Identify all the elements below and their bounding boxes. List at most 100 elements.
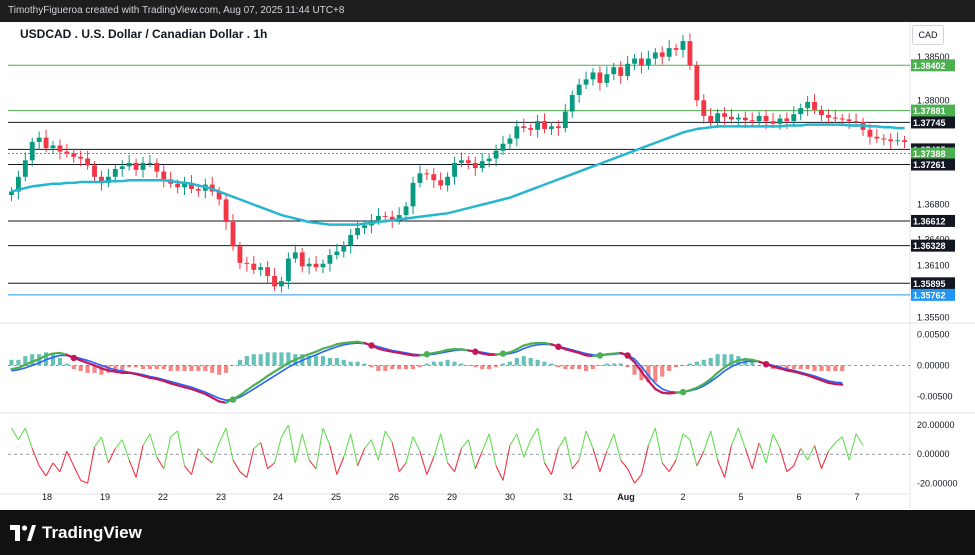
momentum-line-segment [779, 448, 788, 472]
macd-histogram-bar [369, 365, 374, 368]
chart-area[interactable]: 1.385001.380001.368001.364001.361001.355… [0, 22, 975, 510]
candle-body [749, 120, 755, 122]
macd-histogram-bar [410, 365, 416, 370]
momentum-line-segment [592, 448, 601, 472]
macd-histogram-bar [694, 361, 699, 366]
candle-body [195, 188, 201, 191]
time-tick-label: 19 [100, 492, 110, 502]
macd-histogram-bar [791, 365, 796, 370]
macd-histogram-bar [30, 354, 35, 366]
candle-body [320, 263, 326, 268]
candle-body [798, 108, 804, 115]
tradingview-logo-icon [10, 524, 36, 541]
macd-histogram-bar [348, 361, 353, 366]
momentum-line-segment [765, 433, 774, 464]
currency-button[interactable]: CAD [912, 25, 944, 45]
candle-body [355, 228, 361, 236]
candle-body [874, 136, 880, 139]
momentum-line-segment [10, 427, 19, 440]
candle-body [902, 140, 907, 142]
time-tick-label: 24 [273, 492, 283, 502]
candle-body [230, 222, 236, 247]
price-tick-label: 1.38000 [917, 95, 950, 105]
level-tag-label: 1.36328 [913, 241, 946, 251]
candle-body [819, 109, 824, 116]
candle-body [853, 121, 859, 123]
momentum-line-segment [620, 459, 629, 470]
macd-line-segment [834, 382, 844, 386]
candle-body [555, 126, 561, 129]
momentum-line-segment [786, 465, 795, 473]
momentum-tick-label: 20.00000 [917, 420, 955, 430]
momentum-line-segment [225, 427, 234, 461]
candle-body [770, 121, 776, 124]
momentum-line-segment [350, 433, 359, 466]
candle-body [92, 165, 97, 177]
macd-histogram-bar [244, 356, 249, 366]
momentum-line-segment [204, 456, 213, 464]
macd-histogram-bar [674, 365, 679, 368]
momentum-line-segment [107, 448, 116, 464]
candle-body [680, 41, 686, 50]
candle-body [708, 115, 714, 122]
time-tick-label: 29 [447, 492, 457, 502]
momentum-line-segment [405, 436, 414, 464]
macd-histogram-bar [438, 361, 443, 366]
momentum-line-segment [267, 462, 275, 470]
macd-cross-dot [762, 360, 770, 368]
macd-histogram-bar [161, 365, 166, 370]
momentum-line-segment [170, 430, 178, 438]
macd-histogram-bar [452, 361, 457, 366]
time-tick-label: 31 [563, 492, 573, 502]
macd-histogram-bar [604, 363, 609, 366]
candle-body [292, 252, 298, 259]
candle-body [846, 119, 852, 122]
macd-histogram-bar [632, 365, 637, 375]
candle-body [334, 251, 340, 256]
momentum-line-segment [149, 433, 158, 458]
momentum-line-segment [66, 451, 75, 467]
momentum-line-segment [488, 433, 497, 466]
tradingview-logo[interactable]: TradingView [10, 523, 142, 543]
macd-line-segment [266, 370, 276, 378]
candle-body [569, 95, 575, 112]
momentum-line-segment [315, 427, 324, 469]
attribution-text: TimothyFigueroa created with TradingView… [8, 5, 345, 16]
candle-body [22, 160, 28, 177]
candle-body [445, 176, 451, 186]
candle-body [424, 173, 430, 175]
momentum-line-segment [329, 445, 338, 475]
macd-histogram-bar [667, 365, 672, 371]
macd-histogram-bar [154, 365, 159, 370]
level-tag-label: 1.37745 [913, 118, 946, 128]
candle-body [244, 262, 250, 264]
candle-body [632, 58, 637, 64]
macd-histogram-bar [314, 356, 319, 366]
momentum-line-segment [419, 451, 428, 475]
macd-histogram-bar [210, 365, 215, 373]
momentum-line-segment [31, 448, 40, 467]
candle-body [43, 137, 49, 149]
macd-histogram-bar [203, 365, 208, 371]
candle-body [805, 102, 811, 109]
macd-histogram-bar [590, 365, 596, 370]
macd-line-segment [654, 387, 664, 394]
candle-body [715, 113, 721, 122]
momentum-line-segment [253, 442, 262, 449]
candle-body [161, 171, 167, 180]
macd-histogram-bar [556, 365, 561, 368]
candle-body [327, 255, 333, 264]
momentum-line-segment [730, 427, 739, 446]
momentum-line-segment [433, 433, 442, 458]
candle-body [140, 162, 146, 170]
momentum-line-segment [689, 439, 698, 466]
macd-histogram-bar [78, 365, 83, 371]
price-tick-label: 1.36800 [917, 200, 950, 210]
macd-cross-dot [596, 352, 604, 359]
candle-body [618, 67, 624, 76]
candle-body [64, 151, 70, 154]
candle-body [639, 58, 644, 66]
macd-line-segment [308, 350, 318, 356]
macd-histogram-bar [480, 365, 485, 370]
candle-body [604, 74, 610, 83]
